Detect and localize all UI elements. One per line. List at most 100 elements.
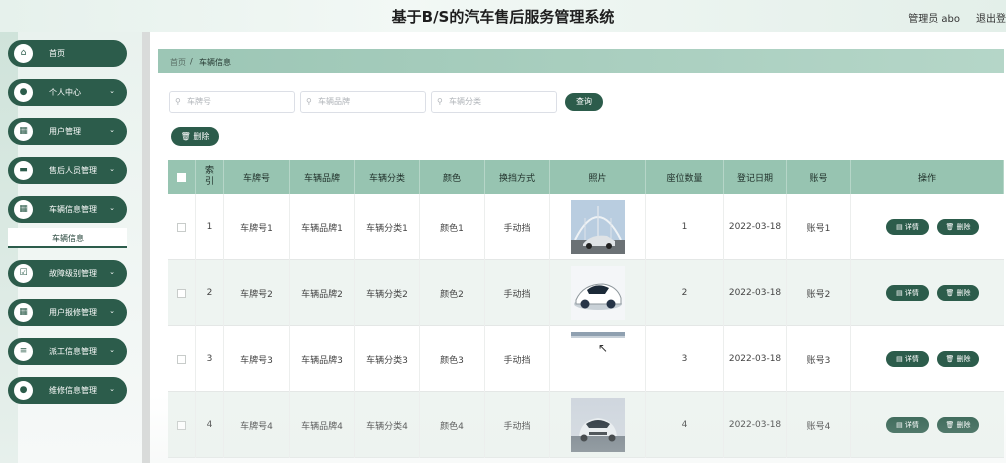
sidebar-item[interactable]: ▦ 用户报修管理 ⌄ bbox=[8, 299, 127, 326]
category-search-input[interactable]: ⚲ 车辆分类 bbox=[431, 91, 557, 113]
cell-brand: 车辆品牌3 bbox=[290, 326, 355, 392]
document-icon: ▤ bbox=[896, 289, 903, 297]
row-actions: ▤ 详情 🗑 删除 bbox=[851, 260, 1004, 326]
cell-index: 3 bbox=[196, 326, 224, 392]
cell-plate: 车牌号2 bbox=[224, 260, 290, 326]
delete-button[interactable]: 🗑 删除 bbox=[937, 417, 979, 433]
cell-index: 1 bbox=[196, 194, 224, 260]
select-all-checkbox[interactable] bbox=[177, 172, 186, 182]
cell-brand: 车辆品牌1 bbox=[290, 194, 355, 260]
column-header: 颜色 bbox=[420, 160, 485, 194]
sidebar-item[interactable]: ▬ 售后人员管理 ⌄ bbox=[8, 157, 127, 184]
sidebar-item-label: 售后人员管理 bbox=[49, 166, 97, 175]
checklist-icon: ☑ bbox=[14, 264, 33, 283]
home-icon: ⌂ bbox=[14, 44, 33, 63]
plate-search-input[interactable]: ⚲ 车牌号 bbox=[169, 91, 295, 113]
query-button[interactable]: 查询 bbox=[565, 93, 603, 111]
cell-seats: 4 bbox=[646, 392, 724, 458]
delete-label: 删除 bbox=[956, 421, 971, 429]
row-actions: ▤ 详情 🗑 删除 bbox=[851, 194, 1004, 260]
cell-seats: 2 bbox=[646, 260, 724, 326]
sidebar-item-label: 用户管理 bbox=[49, 127, 81, 136]
current-user-label: 管理员 abo bbox=[908, 14, 960, 25]
row-checkbox[interactable] bbox=[177, 354, 186, 364]
chevron-down-icon: ⌄ bbox=[109, 126, 115, 134]
table-row: 1 车牌号1 车辆品牌1 车辆分类1 颜色1 手动挡 1 2022-03-18 账号1 ▤ 详情 🗑… bbox=[168, 194, 1004, 260]
row-select-cell bbox=[168, 392, 196, 458]
person-icon: ● bbox=[14, 381, 33, 400]
breadcrumb-home[interactable]: 首页 bbox=[170, 57, 186, 68]
column-header: 操作 bbox=[851, 160, 1004, 194]
row-select-cell bbox=[168, 260, 196, 326]
search-icon: ⚲ bbox=[175, 97, 181, 106]
page-title: 基于B/S的汽车售后服务管理系统 bbox=[391, 8, 615, 26]
sidebar-item[interactable]: ● 个人中心 ⌄ bbox=[8, 79, 127, 106]
batch-delete-button[interactable]: 🗑 删除 bbox=[171, 127, 219, 146]
sidebar-subitem-label: 车辆信息 bbox=[52, 234, 84, 243]
sidebar-item[interactable]: ▦ 用户管理 ⌄ bbox=[8, 118, 127, 145]
column-header: 车牌号 bbox=[224, 160, 290, 194]
sidebar-item[interactable]: ▦ 车辆信息管理 ⌄ bbox=[8, 196, 127, 223]
sidebar-item-label: 首页 bbox=[49, 49, 65, 58]
sidebar-item[interactable]: ● 维修信息管理 ⌄ bbox=[8, 377, 127, 404]
cell-account: 账号3 bbox=[787, 326, 851, 392]
cell-date: 2022-03-18 bbox=[724, 194, 787, 260]
row-checkbox[interactable] bbox=[177, 222, 186, 232]
table-row: 3 车牌号3 车辆品牌3 车辆分类3 颜色3 手动挡 3 2022-03-18 账号3 ▤ 详情 🗑… bbox=[168, 326, 1004, 392]
row-actions: ▤ 详情 🗑 删除 bbox=[851, 326, 1004, 392]
category-search-placeholder: 车辆分类 bbox=[449, 97, 481, 106]
cell-account: 账号1 bbox=[787, 194, 851, 260]
row-checkbox[interactable] bbox=[177, 288, 186, 298]
chevron-down-icon: ⌄ bbox=[109, 307, 115, 315]
trash-icon: 🗑 bbox=[945, 223, 955, 231]
detail-label: 详情 bbox=[904, 355, 919, 363]
table-header: 索引 车牌号 车辆品牌 车辆分类 颜色 换挡方式 照片 座位数量 登记日期 账号 操作 bbox=[168, 160, 1004, 194]
delete-button[interactable]: 🗑 删除 bbox=[937, 351, 979, 367]
column-header: 车辆分类 bbox=[355, 160, 420, 194]
detail-label: 详情 bbox=[904, 289, 919, 297]
detail-button[interactable]: ▤ 详情 bbox=[886, 417, 929, 433]
chevron-down-icon: ⌄ bbox=[109, 87, 115, 95]
chevron-down-icon: ⌄ bbox=[109, 268, 115, 276]
delete-button[interactable]: 🗑 删除 bbox=[937, 285, 979, 301]
cell-index: 2 bbox=[196, 260, 224, 326]
grid-icon: ▦ bbox=[14, 303, 33, 322]
brand-search-input[interactable]: ⚲ 车辆品牌 bbox=[300, 91, 426, 113]
row-checkbox[interactable] bbox=[177, 420, 186, 430]
column-header: 照片 bbox=[550, 160, 646, 194]
detail-button[interactable]: ▤ 详情 bbox=[886, 219, 929, 235]
document-icon: ▤ bbox=[896, 355, 903, 363]
list-icon: ≡ bbox=[14, 342, 33, 361]
cell-account: 账号4 bbox=[787, 392, 851, 458]
cell-plate: 车牌号1 bbox=[224, 194, 290, 260]
delete-button[interactable]: 🗑 删除 bbox=[937, 219, 979, 235]
detail-button[interactable]: ▤ 详情 bbox=[886, 351, 929, 367]
sidebar-item[interactable]: ☑ 故障级别管理 ⌄ bbox=[8, 260, 127, 287]
plate-search-placeholder: 车牌号 bbox=[187, 97, 211, 106]
cell-brand: 车辆品牌4 bbox=[290, 392, 355, 458]
cell-gear: 手动挡 bbox=[485, 326, 550, 392]
vehicle-photo bbox=[571, 398, 625, 452]
chevron-down-icon: ⌄ bbox=[109, 165, 115, 173]
top-header: 基于B/S的汽车售后服务管理系统 管理员 abo 退出登录 bbox=[0, 0, 1006, 32]
vehicle-photo-cell bbox=[550, 326, 646, 392]
detail-button[interactable]: ▤ 详情 bbox=[886, 285, 929, 301]
sidebar-item-label: 维修信息管理 bbox=[49, 386, 97, 395]
sidebar-item[interactable]: ⌂ 首页 bbox=[8, 40, 127, 67]
document-icon: ▤ bbox=[896, 421, 903, 429]
sidebar-subitem-vehicle-info[interactable]: 车辆信息 bbox=[8, 228, 127, 248]
sidebar-item[interactable]: ≡ 派工信息管理 ⌄ bbox=[8, 338, 127, 365]
trash-icon: 🗑 bbox=[180, 132, 191, 141]
cell-seats: 3 bbox=[646, 326, 724, 392]
cell-gear: 手动挡 bbox=[485, 194, 550, 260]
logout-link[interactable]: 退出登录 bbox=[976, 10, 1006, 25]
cell-category: 车辆分类3 bbox=[355, 326, 420, 392]
row-actions: ▤ 详情 🗑 删除 bbox=[851, 392, 1004, 458]
column-header: 座位数量 bbox=[646, 160, 724, 194]
delete-label: 删除 bbox=[956, 223, 971, 231]
sidebar-scrollbar[interactable] bbox=[142, 32, 150, 463]
cell-category: 车辆分类4 bbox=[355, 392, 420, 458]
vehicle-photo bbox=[571, 200, 625, 254]
cell-date: 2022-03-18 bbox=[724, 392, 787, 458]
document-icon: ▤ bbox=[896, 223, 903, 231]
